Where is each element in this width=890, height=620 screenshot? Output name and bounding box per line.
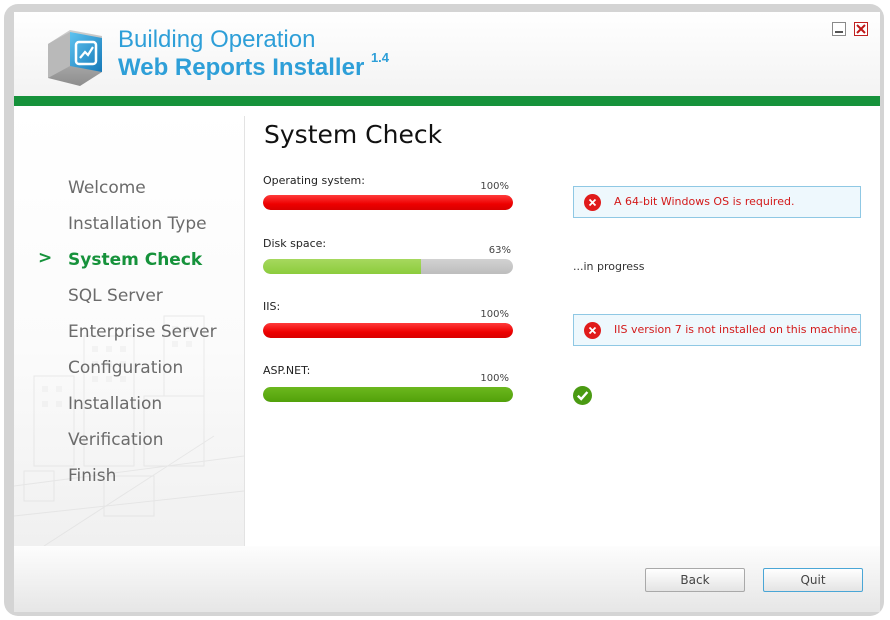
app-title-product: Web Reports Installer	[118, 54, 365, 81]
progress-fill-iis	[263, 323, 513, 338]
window-header: Building Operation Web Reports Installer…	[14, 12, 880, 96]
check-percent-disk: 63%	[488, 245, 511, 256]
progress-bar-disk	[263, 259, 513, 274]
error-icon	[584, 322, 601, 339]
error-message-iis: IIS version 7 is not installed on this m…	[573, 314, 861, 346]
status-text-disk: ...in progress	[573, 260, 645, 273]
back-button[interactable]: Back	[645, 568, 745, 592]
app-title-line1: Building Operation	[118, 26, 316, 53]
app-version: 1.4	[370, 50, 390, 65]
check-percent-os: 100%	[480, 181, 509, 192]
progress-fill-os	[263, 195, 513, 210]
quit-button[interactable]: Quit	[763, 568, 863, 592]
nav-step-verification[interactable]: Verification	[68, 430, 164, 450]
progress-fill-aspnet	[263, 387, 513, 402]
close-button[interactable]	[854, 22, 868, 36]
installer-window: Building Operation Web Reports Installer…	[14, 12, 880, 612]
error-text-iis: IIS version 7 is not installed on this m…	[614, 323, 861, 336]
nav-step-installation-type[interactable]: Installation Type	[68, 214, 207, 234]
minimize-button[interactable]	[832, 22, 846, 36]
error-text-os: A 64-bit Windows OS is required.	[614, 195, 795, 208]
check-percent-iis: 100%	[480, 309, 509, 320]
nav-step-enterprise-server[interactable]: Enterprise Server	[68, 322, 217, 342]
app-logo-icon	[48, 30, 102, 86]
check-label-os: Operating system:	[263, 174, 365, 187]
error-icon	[584, 194, 601, 211]
progress-bar-aspnet	[263, 387, 513, 402]
error-message-os: A 64-bit Windows OS is required.	[573, 186, 861, 218]
header-accent-bar	[14, 96, 880, 106]
check-label-aspnet: ASP.NET:	[263, 364, 311, 377]
active-step-marker: >	[38, 248, 53, 268]
nav-step-configuration[interactable]: Configuration	[68, 358, 183, 378]
check-percent-aspnet: 100%	[480, 373, 509, 384]
nav-step-installation[interactable]: Installation	[68, 394, 162, 414]
page-title: System Check	[264, 120, 443, 149]
nav-step-system-check[interactable]: System Check	[68, 250, 202, 270]
sidebar-divider	[244, 116, 245, 546]
progress-fill-disk	[263, 259, 421, 274]
check-label-disk: Disk space:	[263, 237, 327, 250]
nav-step-finish[interactable]: Finish	[68, 466, 116, 486]
success-check-icon	[573, 386, 592, 405]
close-icon	[856, 24, 866, 34]
nav-step-sql-server[interactable]: SQL Server	[68, 286, 163, 306]
nav-step-welcome[interactable]: Welcome	[68, 178, 146, 198]
app-title-line2: Web Reports Installer 1.4	[118, 50, 389, 82]
progress-bar-iis	[263, 323, 513, 338]
check-label-iis: IIS:	[263, 300, 281, 313]
window-footer	[14, 546, 880, 612]
progress-bar-os	[263, 195, 513, 210]
